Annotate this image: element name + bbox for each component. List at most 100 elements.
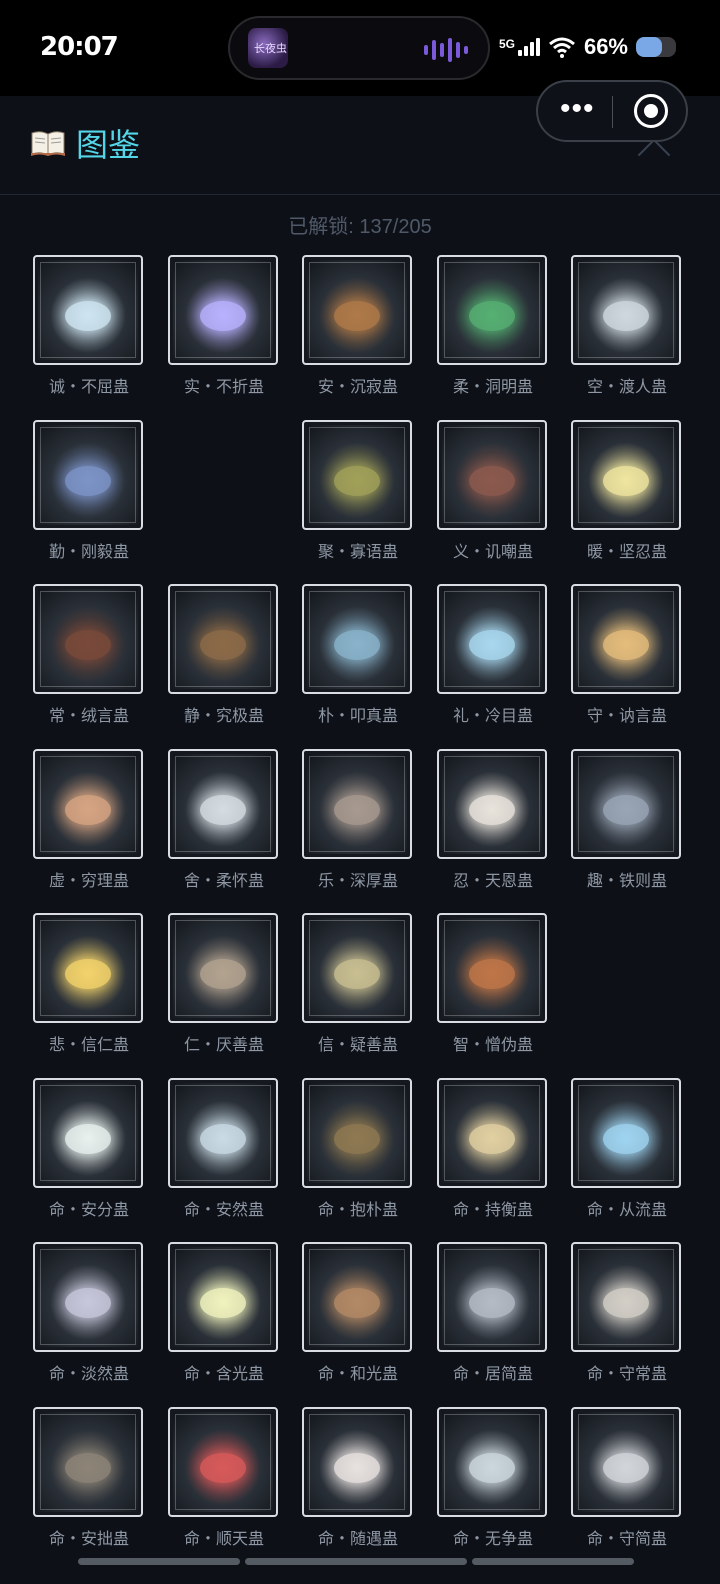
target-icon[interactable] [634,94,668,128]
codex-item-label: 命・持衡蛊 [452,1201,533,1219]
codex-item[interactable]: 命・安然蛊 [168,1077,280,1223]
creature-illustration [65,630,111,661]
codex-item-image[interactable] [302,1406,412,1517]
codex-item[interactable]: 舍・柔怀蛊 [168,748,280,894]
codex-item[interactable]: 义・讥嘲蛊 [437,419,549,565]
book-icon [31,131,65,156]
codex-item[interactable]: 静・究极蛊 [168,584,280,729]
codex-item[interactable]: 礼・冷目蛊 [437,584,549,729]
codex-item[interactable]: 命・安分蛊 [33,1077,145,1223]
codex-item-image[interactable] [302,419,412,530]
codex-item[interactable]: 朴・叩真蛊 [302,584,414,729]
codex-item[interactable]: 智・憎伪蛊 [437,913,549,1058]
clock: 20:07 [40,32,119,62]
codex-item-image[interactable] [33,1077,143,1188]
codex-item[interactable]: 信・疑善蛊 [302,913,414,1058]
codex-item[interactable]: 暖・坚忍蛊 [571,419,683,565]
codex-item-label: 乐・深厚蛊 [317,872,398,890]
codex-item-image[interactable] [302,584,412,694]
codex-item-image[interactable] [33,255,143,365]
codex-item-label: 命・无争蛊 [452,1530,533,1548]
creature-illustration [334,959,380,990]
codex-item-image[interactable] [571,419,681,530]
codex-item[interactable]: 聚・寡语蛊 [302,419,414,565]
codex-item[interactable]: 命・居简蛊 [437,1242,549,1387]
more-dots-icon[interactable]: ••• [560,94,595,124]
creature-illustration [603,794,649,825]
codex-item[interactable]: 命・守常蛊 [571,1242,683,1387]
codex-item-image[interactable] [302,1077,412,1188]
codex-item-image[interactable] [437,913,547,1023]
battery-icon [636,37,676,57]
creature-illustration [603,301,649,332]
creature-illustration [603,1288,649,1319]
codex-item-label: 仁・厌善蛊 [183,1037,264,1054]
codex-item[interactable]: 乐・深厚蛊 [302,748,414,894]
codex-item-image[interactable] [302,748,412,859]
codex-item[interactable]: 命・无争蛊 [437,1406,549,1552]
codex-item[interactable]: 守・讷言蛊 [571,584,683,729]
codex-item-image[interactable] [168,748,278,859]
codex-item-image[interactable] [302,255,412,365]
codex-item-label: 命・安然蛊 [183,1201,264,1219]
codex-item-label: 常・绒言蛊 [48,708,129,725]
codex-item-image[interactable] [33,1406,143,1517]
codex-item[interactable]: 悲・信仁蛊 [33,913,145,1058]
creature-illustration [334,301,380,332]
codex-item-image[interactable] [437,584,547,694]
codex-item-image[interactable] [168,913,278,1023]
codex-item-image[interactable] [33,748,143,859]
creature-illustration [334,630,380,661]
codex-item[interactable]: 趣・铁则蛊 [571,748,683,894]
codex-item[interactable]: 命・和光蛊 [302,1242,414,1387]
codex-item[interactable]: 命・从流蛊 [571,1077,683,1223]
codex-item-image[interactable] [571,1077,681,1188]
codex-item-image[interactable] [168,255,278,365]
codex-item[interactable]: 仁・厌善蛊 [168,913,280,1058]
codex-item[interactable]: 诚・不屈蛊 [33,255,145,400]
codex-item-image[interactable] [571,584,681,694]
codex-item-image[interactable] [437,748,547,859]
codex-item[interactable]: 勤・刚毅蛊 [33,419,145,565]
codex-item-image[interactable] [168,1077,278,1188]
codex-item[interactable]: 虚・穷理蛊 [33,748,145,894]
codex-item-image[interactable] [437,1242,547,1352]
codex-item[interactable]: 忍・天恩蛊 [437,748,549,894]
codex-item-image[interactable] [571,1242,681,1352]
codex-item-image[interactable] [571,1406,681,1517]
codex-item-image[interactable] [33,1242,143,1352]
codex-item-image[interactable] [33,584,143,694]
codex-item-image[interactable] [571,255,681,365]
codex-item-image[interactable] [571,748,681,859]
codex-item-image[interactable] [168,584,278,694]
codex-item-label: 命・从流蛊 [586,1201,667,1219]
codex-item-image[interactable] [302,913,412,1023]
dynamic-island[interactable]: 长夜虫 [228,16,490,80]
codex-item[interactable]: 命・安拙蛊 [33,1406,145,1552]
codex-item[interactable]: 常・绒言蛊 [33,584,145,729]
scrollbar-segment[interactable] [472,1558,634,1565]
codex-item[interactable]: 命・守简蛊 [571,1406,683,1552]
codex-item-image[interactable] [437,255,547,365]
codex-item-image[interactable] [33,419,143,530]
codex-item[interactable]: 柔・洞明蛊 [437,255,549,400]
codex-item-image[interactable] [437,419,547,530]
codex-item[interactable]: 安・沉寂蛊 [302,255,414,400]
codex-item[interactable]: 命・顺天蛊 [168,1406,280,1552]
codex-item-image[interactable] [33,913,143,1023]
codex-item-image[interactable] [168,1406,278,1517]
codex-item-image[interactable] [437,1077,547,1188]
scrollbar-segment[interactable] [78,1558,240,1565]
codex-item[interactable]: 命・淡然蛊 [33,1242,145,1387]
codex-item-image[interactable] [168,1242,278,1352]
scrollbar-segment[interactable] [245,1558,467,1565]
codex-item-image[interactable] [437,1406,547,1517]
page-title-text: 图鉴 [76,127,141,163]
codex-item[interactable]: 命・抱朴蛊 [302,1077,414,1223]
codex-item[interactable]: 命・持衡蛊 [437,1077,549,1223]
codex-item[interactable]: 空・渡人蛊 [571,255,683,400]
codex-item[interactable]: 命・含光蛊 [168,1242,280,1387]
codex-item[interactable]: 命・随遇蛊 [302,1406,414,1552]
codex-item[interactable]: 实・不折蛊 [168,255,280,400]
codex-item-image[interactable] [302,1242,412,1352]
